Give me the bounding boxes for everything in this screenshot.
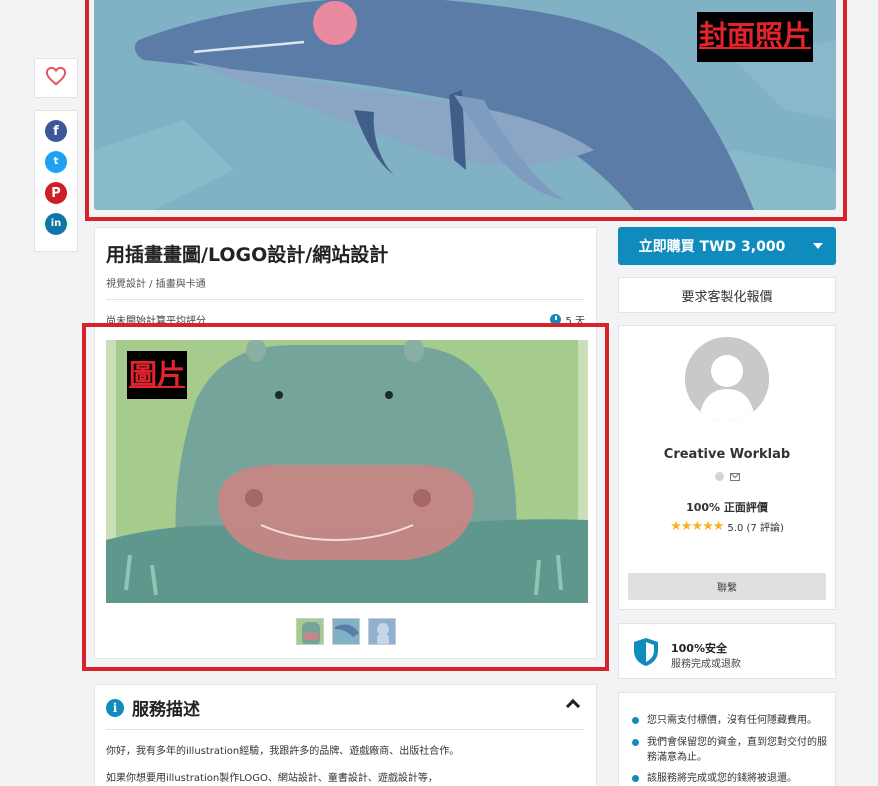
mail-icon[interactable]: [729, 472, 740, 481]
rating-note: 尚未開始計算平均評分: [106, 316, 206, 327]
share-panel: f t P in: [34, 110, 78, 252]
info-icon: i: [106, 698, 124, 717]
delivery-days: 5 天: [565, 316, 585, 327]
assurance-item: 該服務將完成或您的錢將被退還。: [632, 771, 832, 786]
description-header: i 服務描述: [106, 695, 200, 720]
assurance-card: 您只需支付標價，沒有任何隱藏費用。 我們會保留您的資金，直到您對交付的服務滿意為…: [618, 692, 836, 786]
clock-icon: [550, 314, 562, 325]
thumbnail[interactable]: [367, 618, 396, 645]
description-paragraph: 你好，我有多年的illustration經驗，我跟許多的品牌、遊戲廠商、出版社合…: [106, 746, 460, 757]
contact-button[interactable]: 聯繫: [628, 573, 826, 600]
assurance-item: 我們會保留您的資金，直到您對交付的服務滿意為止。: [632, 735, 832, 765]
assurance-item: 您只需支付標價，沒有任何隱藏費用。: [632, 713, 832, 728]
seller-card: Creative Worklab 100% 正面評價 ★★★★★ 5.0 (7 …: [618, 325, 836, 610]
description-paragraph: 如果你想要用illustration製作LOGO、網站設計、童書設計、遊戲設計等…: [106, 773, 438, 784]
seller-rating: ★★★★★ 5.0 (7 評論): [619, 519, 835, 534]
offline-status-icon: [714, 472, 724, 481]
thumbnail[interactable]: [331, 618, 360, 645]
divider: [106, 729, 585, 730]
pinterest-icon[interactable]: P: [45, 182, 67, 204]
seller-status: [619, 472, 835, 481]
chevron-up-icon[interactable]: [565, 698, 581, 714]
cover-annotation-label: 封面照片: [697, 12, 814, 62]
thumbnail[interactable]: [295, 618, 324, 645]
service-card: 用插畫畫圖/LOGO設計/網站設計 視覺設計 / 插畫與卡通 尚未開始計算平均評…: [94, 227, 597, 659]
request-quote-button[interactable]: 要求客製化報價: [618, 277, 836, 313]
buy-now-button[interactable]: 立即購買 TWD 3,000: [618, 227, 836, 265]
security-subtitle: 服務完成或退款: [671, 659, 741, 670]
gallery-annotation-label: 圖片: [127, 351, 188, 399]
gallery-thumbnails: [95, 618, 596, 645]
category-breadcrumb[interactable]: 視覺設計 / 插畫與卡通: [106, 275, 206, 290]
shield-icon: [633, 637, 659, 671]
buy-now-label: 立即購買 TWD 3,000: [638, 239, 786, 255]
security-title: 100%安全: [671, 642, 727, 655]
seller-name[interactable]: Creative Worklab: [619, 447, 835, 462]
service-title: 用插畫畫圖/LOGO設計/網站設計: [106, 244, 389, 266]
bullet-icon: [632, 717, 639, 724]
linkedin-icon[interactable]: in: [45, 213, 67, 235]
bullet-icon: [632, 775, 639, 782]
caret-down-icon[interactable]: [800, 243, 836, 249]
star-rating-icon: ★★★★★: [670, 519, 724, 534]
rating-text: 5.0 (7 評論): [727, 523, 784, 534]
delivery-time: 5 天: [550, 312, 585, 327]
positive-rating: 100% 正面評價: [686, 501, 768, 514]
security-card: 100%安全 服務完成或退款: [618, 623, 836, 679]
facebook-icon[interactable]: f: [45, 120, 67, 142]
divider: [106, 299, 585, 300]
description-title: 服務描述: [132, 700, 200, 720]
twitter-icon[interactable]: t: [45, 151, 67, 173]
like-button[interactable]: [34, 58, 78, 98]
service-description-card: i 服務描述 你好，我有多年的illustration經驗，我跟許多的品牌、遊戲…: [94, 684, 597, 786]
bullet-icon: [632, 739, 639, 746]
avatar[interactable]: [685, 337, 769, 421]
heart-icon: [45, 66, 67, 90]
